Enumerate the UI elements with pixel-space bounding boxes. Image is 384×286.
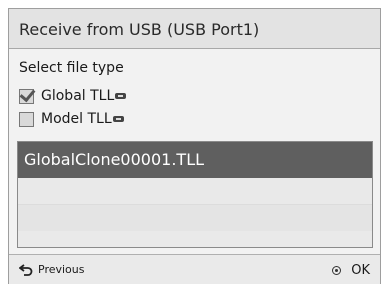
file-list-item[interactable]: GlobalClone00001.TLL xyxy=(18,142,372,178)
receive-usb-dialog: Receive from USB (USB Port1) Select file… xyxy=(8,8,381,284)
file-list[interactable]: GlobalClone00001.TLL xyxy=(17,141,373,248)
usb-icon xyxy=(112,116,124,122)
previous-button[interactable]: Previous xyxy=(19,263,85,276)
usb-icon xyxy=(115,93,127,99)
file-list-item[interactable] xyxy=(18,178,372,205)
ok-label: OK xyxy=(351,263,370,278)
global-tll-checkbox[interactable] xyxy=(19,88,34,104)
dialog-titlebar: Receive from USB (USB Port1) xyxy=(9,9,380,49)
file-list-item[interactable] xyxy=(18,205,372,232)
option-global-tll[interactable]: Global TLL xyxy=(19,87,127,105)
file-name: GlobalClone00001.TLL xyxy=(24,150,205,169)
global-tll-label: Global TLL xyxy=(41,88,115,104)
select-file-type-label: Select file type xyxy=(19,60,124,76)
option-model-tll[interactable]: Model TLL xyxy=(19,110,124,128)
dialog-title: Receive from USB (USB Port1) xyxy=(19,20,260,39)
ok-button-icon xyxy=(332,266,342,275)
back-arrow-icon xyxy=(19,263,33,276)
ok-button[interactable]: OK xyxy=(332,263,370,278)
file-list-item[interactable] xyxy=(18,231,372,247)
model-tll-checkbox[interactable] xyxy=(19,111,34,127)
previous-label: Previous xyxy=(38,263,85,276)
dialog-footer: Previous OK xyxy=(9,254,380,284)
model-tll-label: Model TLL xyxy=(41,111,112,127)
